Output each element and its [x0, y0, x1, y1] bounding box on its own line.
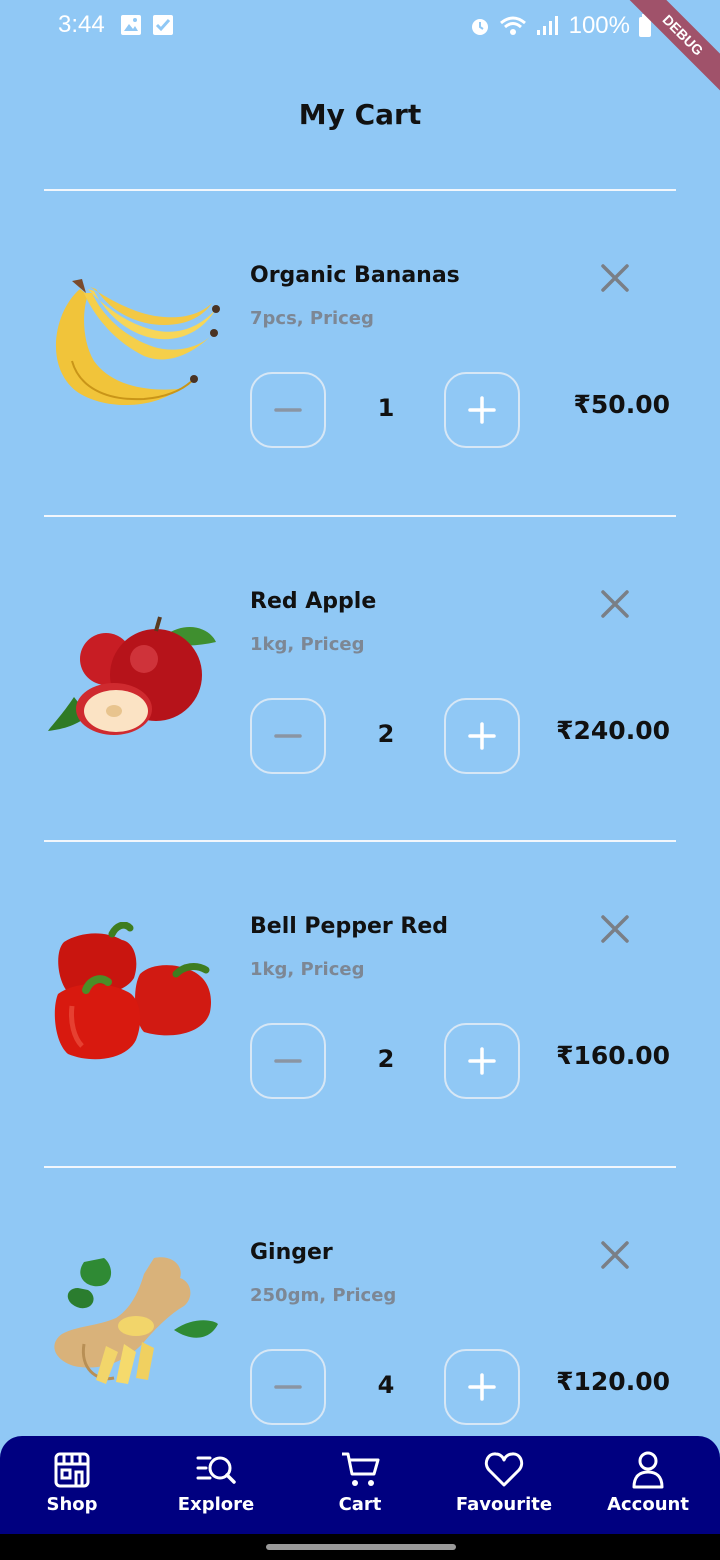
- task-check-icon: [153, 15, 173, 35]
- increase-quantity-button[interactable]: [444, 1349, 520, 1425]
- status-notification-icons: [120, 14, 174, 36]
- home-indicator[interactable]: [266, 1544, 456, 1550]
- quantity-value: 2: [377, 720, 395, 748]
- nav-item-account[interactable]: Account: [576, 1436, 720, 1534]
- decrease-quantity-button[interactable]: [250, 1349, 326, 1425]
- apple-icon: [48, 616, 216, 735]
- item-name: Red Apple: [250, 589, 377, 614]
- remove-item-button[interactable]: [596, 585, 634, 623]
- nav-item-cart[interactable]: Cart: [288, 1436, 432, 1534]
- status-bar: 3:44 100% DEBUG: [0, 0, 720, 98]
- minus-icon: [274, 1385, 302, 1389]
- increase-quantity-button[interactable]: [444, 1023, 520, 1099]
- status-time: 3:44: [58, 11, 105, 38]
- cart-item: Organic Bananas 7pcs, Priceg 1 ₹50.00: [0, 191, 720, 516]
- page-title: My Cart: [298, 98, 422, 131]
- nav-item-shop[interactable]: Shop: [0, 1436, 144, 1534]
- item-detail: 1kg, Priceg: [250, 634, 365, 655]
- bell-pepper-icon: [54, 922, 212, 1060]
- nav-label: Favourite: [455, 1494, 553, 1515]
- item-name: Organic Bananas: [250, 263, 460, 288]
- minus-icon: [274, 408, 302, 412]
- banana-icon: [55, 279, 220, 406]
- store-icon: [54, 1452, 90, 1488]
- remove-item-button[interactable]: [596, 259, 634, 297]
- wifi-icon: [499, 16, 526, 35]
- plus-icon: [468, 396, 496, 424]
- ginger-icon: [54, 1257, 218, 1384]
- quantity-value: 1: [377, 394, 395, 422]
- item-detail: 1kg, Priceg: [250, 959, 365, 980]
- battery-level: 100%: [568, 12, 630, 39]
- remove-item-button[interactable]: [596, 1236, 634, 1274]
- decrease-quantity-button[interactable]: [250, 1023, 326, 1099]
- alarm-icon: [471, 19, 488, 35]
- nav-item-favourite[interactable]: Favourite: [432, 1436, 576, 1534]
- status-system-icons: 100%: [469, 12, 652, 40]
- account-icon: [632, 1451, 664, 1489]
- decrease-quantity-button[interactable]: [250, 372, 326, 448]
- bottom-navigation: Shop Explore Cart Favourite Account: [0, 1436, 720, 1534]
- quantity-value: 2: [377, 1045, 395, 1073]
- nav-label: Cart: [338, 1494, 382, 1515]
- nav-label: Explore: [177, 1494, 255, 1515]
- plus-icon: [468, 1373, 496, 1401]
- item-price: ₹50.00: [573, 390, 670, 419]
- nav-label: Account: [607, 1494, 689, 1515]
- item-name: Ginger: [250, 1240, 333, 1265]
- decrease-quantity-button[interactable]: [250, 698, 326, 774]
- item-detail: 250gm, Priceg: [250, 1285, 397, 1306]
- increase-quantity-button[interactable]: [444, 372, 520, 448]
- item-name: Bell Pepper Red: [250, 914, 449, 939]
- gallery-icon: [121, 15, 141, 35]
- cart-item: Red Apple 1kg, Priceg 2 ₹240.00: [0, 517, 720, 842]
- nav-label: Shop: [46, 1494, 98, 1515]
- cart-icon: [342, 1452, 380, 1486]
- item-price: ₹160.00: [556, 1041, 670, 1070]
- minus-icon: [274, 1059, 302, 1063]
- plus-icon: [468, 1047, 496, 1075]
- item-price: ₹120.00: [556, 1367, 670, 1396]
- increase-quantity-button[interactable]: [444, 698, 520, 774]
- signal-icon: [536, 16, 558, 35]
- nav-item-explore[interactable]: Explore: [144, 1436, 288, 1534]
- item-detail: 7pcs, Priceg: [250, 308, 374, 329]
- item-price: ₹240.00: [556, 716, 670, 745]
- quantity-value: 4: [377, 1371, 395, 1399]
- minus-icon: [274, 734, 302, 738]
- remove-item-button[interactable]: [596, 910, 634, 948]
- cart-item: Bell Pepper Red 1kg, Priceg 2 ₹160.00: [0, 842, 720, 1167]
- plus-icon: [468, 722, 496, 750]
- heart-icon: [484, 1452, 524, 1487]
- explore-icon: [196, 1456, 236, 1484]
